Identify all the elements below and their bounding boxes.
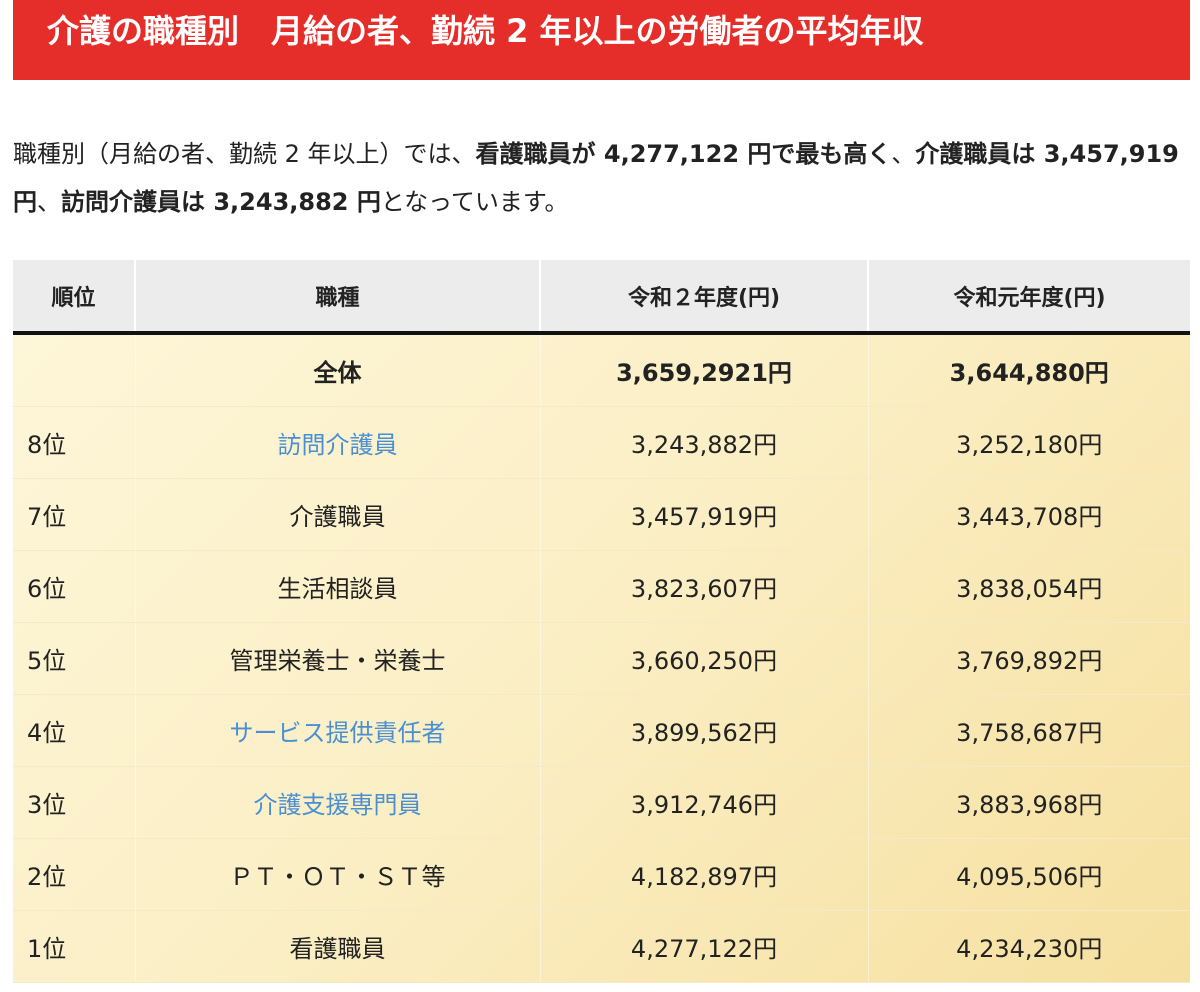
cell-reiwa2: 3,660,250円 xyxy=(540,622,869,695)
cell-reiwa1: 3,883,968円 xyxy=(868,766,1190,839)
cell-reiwa1: 3,838,054円 xyxy=(868,550,1190,623)
table-header-row: 順位 職種 令和２年度(円) 令和元年度(円) xyxy=(13,260,1190,335)
cell-rank: 1位 xyxy=(13,910,136,983)
job-link-home-helper[interactable]: 訪問介護員 xyxy=(278,431,398,459)
table-row: 5位 管理栄養士・栄養士 3,660,250円 3,769,892円 xyxy=(13,622,1190,695)
cell-reiwa2: 3,243,882円 xyxy=(540,406,869,479)
cell-reiwa1: 3,644,880円 xyxy=(868,333,1190,407)
cell-job: 介護支援専門員 xyxy=(135,766,541,839)
section-title-bar: 介護の職種別 月給の者、勤続 2 年以上の労働者の平均年収 xyxy=(13,0,1190,80)
intro-bold-nurse: 看護職員が 4,277,122 円で最も高く xyxy=(475,140,892,168)
cell-reiwa1: 4,095,506円 xyxy=(868,838,1190,911)
cell-job: 全体 xyxy=(135,333,541,407)
page: 介護の職種別 月給の者、勤続 2 年以上の労働者の平均年収 職種別（月給の者、勤… xyxy=(0,0,1200,992)
table-row: 3位 介護支援専門員 3,912,746円 3,883,968円 xyxy=(13,766,1190,839)
cell-reiwa2: 4,277,122円 xyxy=(540,910,869,983)
salary-table-wrapper: 順位 職種 令和２年度(円) 令和元年度(円) 全体 3,659,2921円 3… xyxy=(13,260,1190,983)
cell-rank: 7位 xyxy=(13,478,136,551)
cell-reiwa2: 3,659,2921円 xyxy=(540,333,869,407)
cell-rank: 2位 xyxy=(13,838,136,911)
cell-reiwa2: 3,823,607円 xyxy=(540,550,869,623)
cell-job: ＰＴ・ＯＴ・ＳＴ等 xyxy=(135,838,541,911)
header-rank: 順位 xyxy=(13,260,136,335)
cell-job: 管理栄養士・栄養士 xyxy=(135,622,541,695)
cell-rank: 6位 xyxy=(13,550,136,623)
cell-job: サービス提供責任者 xyxy=(135,694,541,767)
table-row: 7位 介護職員 3,457,919円 3,443,708円 xyxy=(13,478,1190,551)
cell-rank: 8位 xyxy=(13,406,136,479)
cell-job: 生活相談員 xyxy=(135,550,541,623)
intro-bold-home-helper: 訪問介護員は 3,243,882 円 xyxy=(61,188,381,216)
cell-reiwa1: 3,758,687円 xyxy=(868,694,1190,767)
cell-rank xyxy=(13,333,136,407)
intro-paragraph: 職種別（月給の者、勤続 2 年以上）では、看護職員が 4,277,122 円で最… xyxy=(13,130,1190,226)
cell-rank: 3位 xyxy=(13,766,136,839)
cell-reiwa1: 4,234,230円 xyxy=(868,910,1190,983)
intro-text-4: となっています。 xyxy=(380,188,569,216)
table-row: 1位 看護職員 4,277,122円 4,234,230円 xyxy=(13,910,1190,983)
header-reiwa2: 令和２年度(円) xyxy=(540,260,869,335)
job-link-care-manager[interactable]: 介護支援専門員 xyxy=(254,791,422,819)
intro-text-3: 、 xyxy=(37,188,61,216)
cell-reiwa2: 3,899,562円 xyxy=(540,694,869,767)
cell-rank: 4位 xyxy=(13,694,136,767)
cell-job: 訪問介護員 xyxy=(135,406,541,479)
salary-table: 順位 職種 令和２年度(円) 令和元年度(円) 全体 3,659,2921円 3… xyxy=(13,260,1190,983)
cell-job: 介護職員 xyxy=(135,478,541,551)
cell-reiwa2: 4,182,897円 xyxy=(540,838,869,911)
header-job: 職種 xyxy=(135,260,541,335)
cell-reiwa1: 3,769,892円 xyxy=(868,622,1190,695)
table-row-total: 全体 3,659,2921円 3,644,880円 xyxy=(13,333,1190,407)
cell-reiwa2: 3,457,919円 xyxy=(540,478,869,551)
table-row: 2位 ＰＴ・ＯＴ・ＳＴ等 4,182,897円 4,095,506円 xyxy=(13,838,1190,911)
job-link-service-manager[interactable]: サービス提供責任者 xyxy=(230,719,446,747)
header-reiwa1: 令和元年度(円) xyxy=(868,260,1190,335)
table-row: 4位 サービス提供責任者 3,899,562円 3,758,687円 xyxy=(13,694,1190,767)
cell-reiwa1: 3,443,708円 xyxy=(868,478,1190,551)
intro-text-2: 、 xyxy=(891,140,916,168)
table-row: 8位 訪問介護員 3,243,882円 3,252,180円 xyxy=(13,406,1190,479)
cell-job: 看護職員 xyxy=(135,910,541,983)
section-title: 介護の職種別 月給の者、勤続 2 年以上の労働者の平均年収 xyxy=(47,12,924,50)
table-row: 6位 生活相談員 3,823,607円 3,838,054円 xyxy=(13,550,1190,623)
cell-reiwa2: 3,912,746円 xyxy=(540,766,869,839)
intro-text-1: 職種別（月給の者、勤続 2 年以上）では、 xyxy=(13,140,476,168)
cell-reiwa1: 3,252,180円 xyxy=(868,406,1190,479)
cell-rank: 5位 xyxy=(13,622,136,695)
